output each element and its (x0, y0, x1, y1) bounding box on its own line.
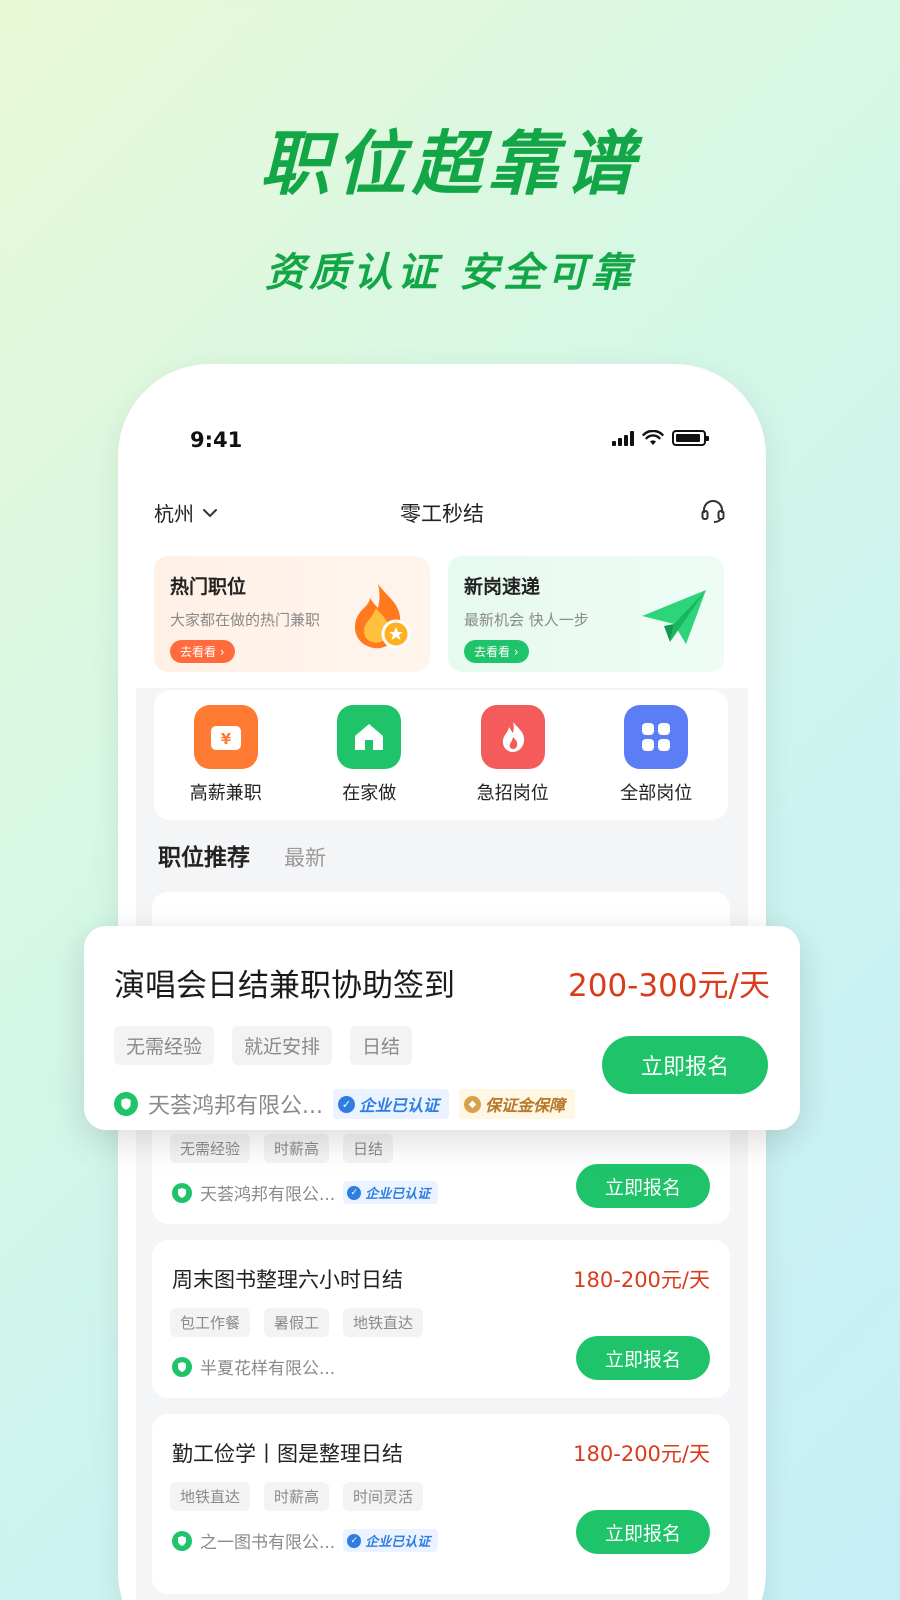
job-tag: 时薪高 (264, 1134, 330, 1163)
verified-badge: ✓ 企业已认证 (343, 1181, 439, 1204)
category-high-pay[interactable]: ¥ 高薪兼职 (166, 705, 286, 805)
company-row: 半夏花样有限公... (172, 1354, 335, 1379)
status-time: 9:41 (190, 428, 243, 452)
apply-button[interactable]: 立即报名 (576, 1164, 710, 1208)
customer-service-icon[interactable] (700, 498, 726, 524)
signal-icon (612, 430, 634, 446)
category-label: 高薪兼职 (189, 783, 262, 804)
grid-icon (624, 705, 689, 769)
job-tags: 地铁直达 时薪高 时间灵活 (170, 1482, 424, 1511)
tab-recommended[interactable]: 职位推荐 (158, 838, 250, 872)
promo-view-button[interactable]: 去看看 › (170, 640, 235, 663)
job-salary: 180-200元/天 (573, 1268, 710, 1292)
check-icon: ✓ (347, 1185, 362, 1200)
job-card[interactable]: 周末图书整理六小时日结 180-200元/天 包工作餐 暑假工 地铁直达 半夏花… (152, 1240, 730, 1398)
section-tabs: 职位推荐 最新 (158, 838, 326, 872)
wallet-icon: ¥ (193, 705, 258, 769)
job-tags: 无需经验 就近安排 日结 (114, 1026, 413, 1065)
verified-badge-label: 企业已认证 (358, 1096, 439, 1115)
job-tag: 地铁直达 (170, 1482, 251, 1511)
promo-view-button[interactable]: 去看看 › (464, 640, 529, 663)
company-row: 天荟鸿邦有限公... ✓ 企业已认证 ◆ 保证金保障 (114, 1088, 576, 1120)
company-name: 之一图书有限公... (200, 1533, 336, 1553)
apply-button[interactable]: 立即报名 (602, 1036, 768, 1094)
promo-hot-jobs[interactable]: 热门职位 大家都在做的热门兼职 去看看 › (154, 556, 430, 672)
paper-plane-icon (642, 590, 706, 644)
page-title: 零工秒结 (400, 502, 484, 526)
job-tags: 无需经验 时薪高 日结 (170, 1134, 394, 1163)
hero-subtitle: 资质认证 安全可靠 (265, 250, 635, 296)
category-label: 在家做 (342, 783, 397, 804)
job-tag: 日结 (343, 1134, 394, 1163)
job-tag: 地铁直达 (343, 1308, 424, 1337)
company-row: 之一图书有限公... ✓ 企业已认证 (172, 1528, 439, 1553)
company-name: 天荟鸿邦有限公... (148, 1094, 323, 1119)
battery-icon (672, 430, 709, 446)
hero-title: 职位超靠谱 (260, 123, 640, 205)
job-tag: 无需经验 (170, 1134, 251, 1163)
shield-icon (114, 1092, 138, 1116)
job-tag: 就近安排 (232, 1026, 333, 1065)
fire-icon (354, 584, 411, 649)
check-icon: ✓ (347, 1533, 362, 1548)
job-title: 演唱会日结兼职协助签到 (114, 968, 455, 1004)
deposit-badge: ◆ 保证金保障 (459, 1089, 576, 1119)
company-name: 半夏花样有限公... (200, 1359, 336, 1379)
apply-button[interactable]: 立即报名 (576, 1510, 710, 1554)
status-icons (612, 430, 709, 446)
apply-button[interactable]: 立即报名 (576, 1336, 710, 1380)
shield-icon (172, 1530, 192, 1551)
category-all[interactable]: 全部岗位 (596, 705, 716, 805)
verified-badge-label: 企业已认证 (365, 1535, 431, 1550)
company-row: 天荟鸿邦有限公... ✓ 企业已认证 (172, 1180, 439, 1205)
company-name: 天荟鸿邦有限公... (200, 1185, 336, 1205)
category-row: ¥ 高薪兼职 在家做 急招岗位 全部岗位 (154, 690, 728, 820)
svg-text:¥: ¥ (221, 730, 232, 748)
job-title: 勤工俭学丨图是整理日结 (172, 1442, 403, 1466)
tab-latest[interactable]: 最新 (284, 842, 326, 872)
job-title: 周末图书整理六小时日结 (172, 1268, 403, 1292)
home-icon (337, 705, 402, 769)
job-salary: 200-300元/天 (568, 968, 770, 1004)
medal-icon: ◆ (464, 1095, 481, 1113)
verified-badge: ✓ 企业已认证 (332, 1089, 449, 1119)
job-card[interactable]: 勤工俭学丨图是整理日结 180-200元/天 地铁直达 时薪高 时间灵活 之一图… (152, 1414, 730, 1594)
check-icon: ✓ (337, 1095, 355, 1113)
featured-job-card[interactable]: 演唱会日结兼职协助签到 200-300元/天 无需经验 就近安排 日结 天荟鸿邦… (84, 926, 800, 1130)
job-salary: 180-200元/天 (573, 1442, 710, 1466)
job-tag: 时薪高 (264, 1482, 330, 1511)
category-label: 急招岗位 (476, 783, 549, 804)
job-tag: 暑假工 (264, 1308, 330, 1337)
job-tag: 无需经验 (114, 1026, 215, 1065)
verified-badge: ✓ 企业已认证 (343, 1529, 439, 1552)
category-urgent[interactable]: 急招岗位 (453, 705, 573, 805)
promo-new-jobs[interactable]: 新岗速递 最新机会 快人一步 去看看 › (448, 556, 724, 672)
verified-badge-label: 企业已认证 (365, 1187, 431, 1202)
job-tags: 包工作餐 暑假工 地铁直达 (170, 1308, 424, 1337)
job-tag: 包工作餐 (170, 1308, 251, 1337)
deposit-badge-label: 保证金保障 (485, 1096, 566, 1115)
job-tag: 时间灵活 (343, 1482, 424, 1511)
category-label: 全部岗位 (620, 783, 693, 804)
shield-icon (172, 1356, 192, 1377)
fire-icon (480, 705, 545, 769)
shield-icon (172, 1182, 192, 1203)
job-tag: 日结 (350, 1026, 413, 1065)
wifi-icon (642, 430, 664, 445)
category-work-from-home[interactable]: 在家做 (309, 705, 429, 805)
